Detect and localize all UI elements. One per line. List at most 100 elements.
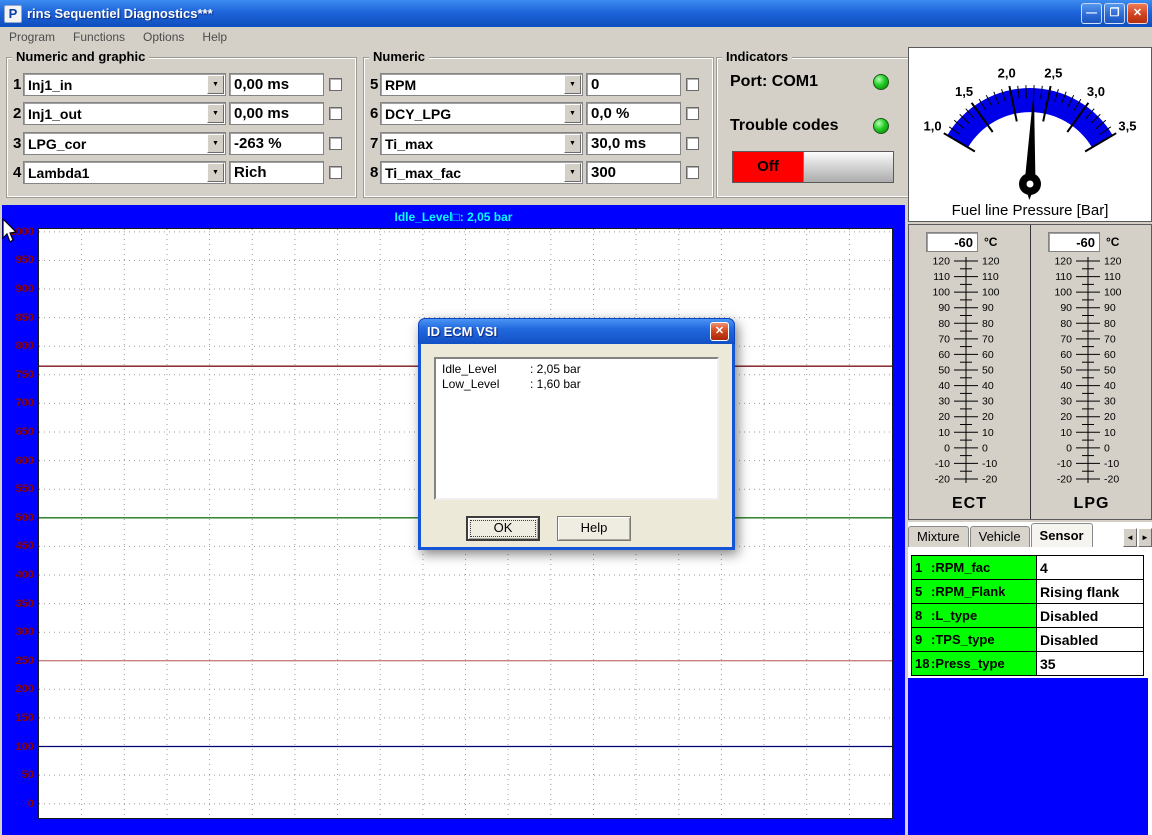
y-axis-label: 950 — [2, 254, 34, 266]
chevron-down-icon[interactable]: ▼ — [207, 75, 224, 94]
param-name: :TPS_type — [931, 632, 995, 647]
y-axis-label: 550 — [2, 483, 34, 495]
help-button[interactable]: Help — [557, 516, 631, 541]
svg-text:50: 50 — [938, 365, 950, 377]
chart-title: Idle_Level□: 2,05 bar — [2, 210, 905, 224]
chevron-down-icon[interactable]: ▼ — [564, 104, 581, 123]
param-name: :RPM_fac — [931, 560, 990, 575]
svg-text:40: 40 — [982, 380, 994, 392]
tab-scroll-right-icon[interactable]: ► — [1138, 528, 1152, 547]
param-number: 9 — [915, 632, 931, 647]
channel-select-lpg-cor[interactable]: LPG_cor ▼ — [23, 132, 226, 155]
channel-select-ti-max-fac[interactable]: Ti_max_fac ▼ — [380, 161, 583, 184]
y-axis-label: 0 — [2, 798, 34, 810]
channel-select-inj1-in[interactable]: Inj1_in ▼ — [23, 73, 226, 96]
svg-text:10: 10 — [1104, 427, 1116, 439]
channel-number: 1 — [13, 76, 21, 93]
selected-option: Ti_max — [385, 136, 433, 152]
y-axis-label: 500 — [2, 512, 34, 524]
restore-button[interactable]: ❐ — [1104, 3, 1125, 24]
close-button[interactable]: ✕ — [1127, 3, 1148, 24]
channel-checkbox[interactable] — [686, 78, 699, 91]
svg-text:70: 70 — [982, 333, 994, 345]
off-switch-label[interactable]: Off — [733, 152, 803, 182]
app-icon: P — [4, 5, 22, 23]
channel-checkbox[interactable] — [686, 107, 699, 120]
svg-text:80: 80 — [1060, 318, 1072, 330]
info-key: Low_Level — [442, 377, 530, 392]
svg-text:1,0: 1,0 — [924, 119, 942, 134]
svg-text:30: 30 — [1104, 396, 1116, 408]
channel-number: 8 — [370, 164, 378, 181]
y-axis-label: 700 — [2, 397, 34, 409]
channel-checkbox[interactable] — [686, 137, 699, 150]
svg-text:-10: -10 — [1104, 458, 1119, 470]
svg-text:60: 60 — [982, 349, 994, 361]
channel-number: 6 — [370, 105, 378, 122]
channel-select-dcy-lpg[interactable]: DCY_LPG ▼ — [380, 102, 583, 125]
svg-text:100: 100 — [982, 287, 1000, 299]
param-number: 5 — [915, 584, 931, 599]
channel-value: 300 — [586, 161, 681, 184]
table-row[interactable]: 9:TPS_type Disabled — [912, 628, 1144, 652]
channel-number: 5 — [370, 76, 378, 93]
channel-select-ti-max[interactable]: Ti_max ▼ — [380, 132, 583, 155]
tab-vehicle[interactable]: Vehicle — [970, 526, 1030, 547]
chevron-down-icon[interactable]: ▼ — [564, 75, 581, 94]
menu-program[interactable]: Program — [0, 30, 64, 44]
svg-text:-10: -10 — [1057, 458, 1072, 470]
dialog-close-button[interactable]: ✕ — [710, 322, 729, 341]
indicators-group: Indicators Port: COM1 Trouble codes Off — [716, 57, 911, 198]
menu-options[interactable]: Options — [134, 30, 193, 44]
channel-checkbox[interactable] — [329, 137, 342, 150]
svg-text:90: 90 — [938, 302, 950, 314]
menu-functions[interactable]: Functions — [64, 30, 134, 44]
minimize-button[interactable]: — — [1081, 3, 1102, 24]
svg-text:110: 110 — [1055, 271, 1072, 283]
ok-button[interactable]: OK — [466, 516, 540, 541]
chevron-down-icon[interactable]: ▼ — [564, 134, 581, 153]
svg-text:60: 60 — [1104, 349, 1116, 361]
channel-select-rpm[interactable]: RPM ▼ — [380, 73, 583, 96]
y-axis-label: 650 — [2, 426, 34, 438]
chevron-down-icon[interactable]: ▼ — [207, 104, 224, 123]
channel-checkbox[interactable] — [686, 166, 699, 179]
param-value: Disabled — [1037, 628, 1144, 652]
chevron-down-icon[interactable]: ▼ — [207, 134, 224, 153]
channel-checkbox[interactable] — [329, 107, 342, 120]
selected-option: LPG_cor — [28, 136, 86, 152]
id-ecm-vsi-dialog[interactable]: ID ECM VSI ✕ Idle_Level : 2,05 bar Low_L… — [418, 318, 735, 550]
dialog-title-bar[interactable]: ID ECM VSI ✕ — [418, 318, 735, 344]
settings-panel: Mixture Vehicle Sensor ◄ ► 1:RPM_fac 4 5… — [908, 522, 1152, 835]
dialog-body: Idle_Level : 2,05 bar Low_Level : 1,60 b… — [418, 344, 735, 550]
svg-text:30: 30 — [982, 396, 994, 408]
param-value: 4 — [1037, 556, 1144, 580]
y-axis-label: 600 — [2, 455, 34, 467]
channel-number: 3 — [13, 135, 21, 152]
menu-bar: Program Functions Options Help — [0, 27, 1152, 46]
ect-thermometer: -60 °C 120120110110100100909080807070606… — [909, 225, 1030, 519]
menu-help[interactable]: Help — [193, 30, 236, 44]
table-row[interactable]: 8:L_type Disabled — [912, 604, 1144, 628]
tab-sensor[interactable]: Sensor — [1031, 523, 1093, 547]
chevron-down-icon[interactable]: ▼ — [564, 163, 581, 182]
channel-select-inj1-out[interactable]: Inj1_out ▼ — [23, 102, 226, 125]
y-axis-label: 150 — [2, 712, 34, 724]
off-switch[interactable]: Off — [732, 151, 894, 183]
chevron-down-icon[interactable]: ▼ — [207, 163, 224, 182]
svg-text:3,5: 3,5 — [1118, 119, 1136, 134]
svg-text:-20: -20 — [982, 474, 997, 486]
off-switch-track[interactable] — [803, 152, 893, 182]
svg-text:20: 20 — [982, 411, 994, 423]
title-bar[interactable]: P rins Sequentiel Diagnostics*** — ❐ ✕ — [0, 0, 1152, 27]
channel-select-lambda1[interactable]: Lambda1 ▼ — [23, 161, 226, 184]
channel-checkbox[interactable] — [329, 166, 342, 179]
channel-checkbox[interactable] — [329, 78, 342, 91]
tab-scroll-left-icon[interactable]: ◄ — [1123, 528, 1137, 547]
tab-mixture[interactable]: Mixture — [908, 526, 969, 547]
table-row[interactable]: 1:RPM_fac 4 — [912, 556, 1144, 580]
port-status-led — [873, 74, 889, 90]
table-row[interactable]: 18:Press_type 35 — [912, 652, 1144, 676]
group-title: Numeric — [369, 49, 429, 64]
table-row[interactable]: 5:RPM_Flank Rising flank — [912, 580, 1144, 604]
